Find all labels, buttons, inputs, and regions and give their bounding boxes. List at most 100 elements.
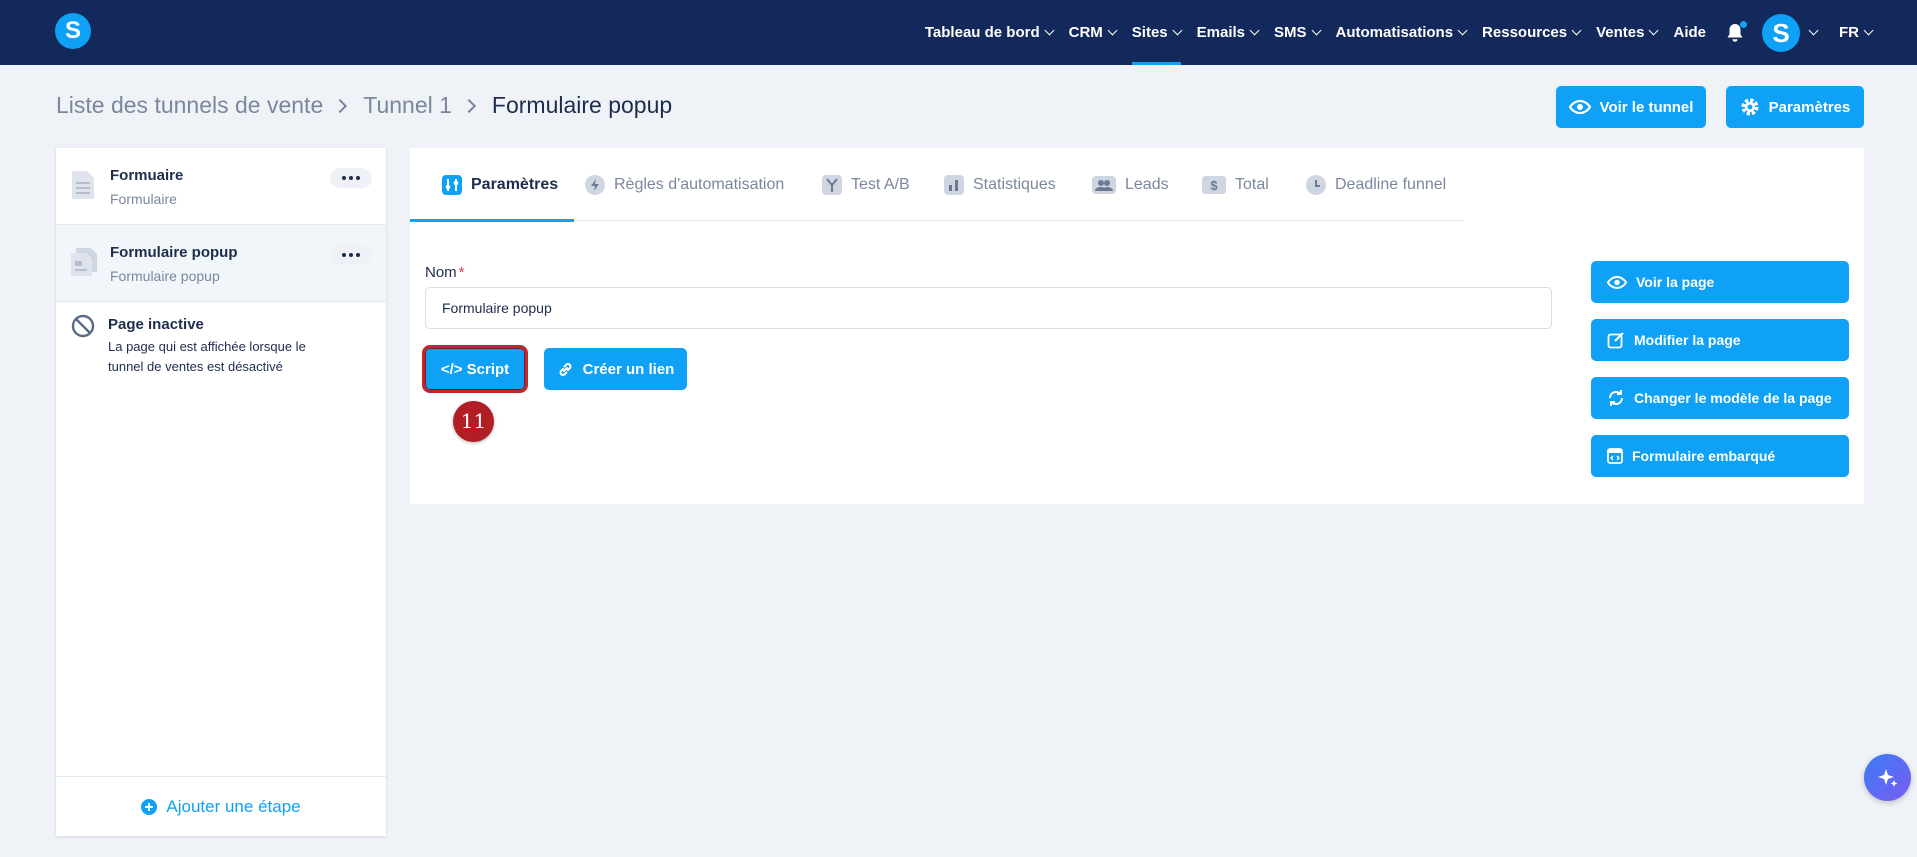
step-item[interactable]: Formuaire Formulaire	[56, 148, 386, 225]
nav-item-aide[interactable]: Aide	[1673, 0, 1706, 65]
nav-item-tableau-de-bord[interactable]: Tableau de bord	[924, 0, 1055, 65]
edit-icon	[1607, 332, 1624, 349]
bolt-icon	[585, 174, 605, 195]
nav-item-emails[interactable]: Emails	[1196, 0, 1260, 65]
nav-item-sms[interactable]: SMS	[1274, 0, 1321, 65]
name-label-text: Nom	[425, 264, 457, 281]
script-button[interactable]: </> Script	[422, 345, 528, 393]
edit-page-button[interactable]: Modifier la page	[1591, 319, 1849, 361]
nav-item-crm[interactable]: CRM	[1068, 0, 1118, 65]
edit-page-label: Modifier la page	[1634, 332, 1741, 348]
add-step-label: Ajouter une étape	[166, 796, 301, 816]
tab-parametres[interactable]: Paramètres	[409, 148, 575, 222]
eye-icon	[1568, 100, 1591, 114]
prohibited-icon	[71, 314, 95, 338]
bar-chart-icon	[944, 174, 964, 195]
nav-label: Automatisations	[1335, 24, 1454, 41]
chevron-down-icon	[1249, 25, 1260, 35]
step-number-badge: 11	[453, 401, 494, 442]
language-label: FR	[1839, 24, 1859, 41]
breadcrumb-funnel-list[interactable]: Liste des tunnels de vente	[56, 92, 323, 119]
create-link-label: Créer un lien	[582, 360, 675, 378]
add-step-button[interactable]: Ajouter une étape	[56, 776, 386, 836]
page-title: Formulaire popup	[491, 92, 673, 118]
step-title: Formulaire popup	[110, 244, 238, 261]
inactive-page-description-line1: La page qui est affichée lorsque le	[108, 339, 306, 354]
chevron-down-icon	[1172, 25, 1183, 35]
nav-label: SMS	[1274, 24, 1307, 41]
tab-label: Paramètres	[471, 175, 559, 193]
dollar-icon: $	[1202, 175, 1226, 194]
chevron-down-icon	[1107, 25, 1118, 35]
tab-leads[interactable]: Leads	[1092, 148, 1169, 221]
embedded-form-button[interactable]: Formulaire embarqué	[1591, 435, 1849, 477]
more-options-button[interactable]	[330, 168, 372, 188]
svg-text:$: $	[1210, 178, 1218, 193]
required-mark: *	[458, 264, 465, 281]
sparkle-icon	[1877, 768, 1897, 787]
sliders-icon	[442, 174, 462, 195]
tab-test-ab[interactable]: Test A/B	[822, 148, 910, 221]
name-field-label: Nom *	[425, 264, 465, 281]
split-icon	[822, 174, 842, 195]
popup-document-icon	[71, 248, 97, 276]
bell-icon[interactable]	[1726, 20, 1747, 43]
gear-icon	[1741, 98, 1759, 116]
settings-label: Paramètres	[1768, 98, 1851, 116]
nav-label: Ventes	[1596, 24, 1645, 41]
refresh-icon	[1608, 390, 1624, 406]
tab-label: Leads	[1125, 175, 1169, 193]
nav-label: Tableau de bord	[924, 24, 1040, 41]
notification-dot	[1740, 20, 1747, 28]
chevron-down-icon	[1457, 25, 1468, 35]
settings-button[interactable]: Paramètres	[1726, 86, 1864, 128]
nav-label: Emails	[1196, 24, 1246, 41]
nav-item-automatisations[interactable]: Automatisations	[1335, 0, 1468, 65]
nav-item-sites[interactable]: Sites	[1131, 0, 1183, 65]
eye-icon	[1607, 275, 1627, 289]
step-subtitle: Formulaire	[110, 191, 177, 207]
tab-bar: Paramètres Règles d'automatisation Test …	[409, 148, 1464, 222]
main-nav: Tableau de bord CRM Sites Emails SMS Aut…	[909, 0, 1874, 65]
chevron-down-icon	[1863, 25, 1874, 35]
tab-regles-automatisation[interactable]: Règles d'automatisation	[585, 148, 784, 221]
tab-label: Test A/B	[851, 175, 910, 193]
embed-form-icon	[1607, 448, 1623, 464]
top-navbar: S Tableau de bord CRM Sites Emails SMS A…	[0, 0, 1917, 65]
change-template-button[interactable]: Changer le modèle de la page	[1591, 377, 1849, 419]
name-input[interactable]	[425, 287, 1552, 329]
more-options-button[interactable]	[330, 245, 372, 265]
tab-total[interactable]: $ Total	[1202, 148, 1269, 221]
view-page-label: Voir la page	[1636, 274, 1715, 290]
tab-label: Deadline funnel	[1335, 175, 1447, 193]
chevron-right-icon	[333, 98, 348, 113]
breadcrumb-tunnel[interactable]: Tunnel 1	[363, 92, 452, 119]
avatar[interactable]: S	[1762, 13, 1800, 52]
chevron-down-icon	[1311, 25, 1321, 35]
tab-label: Règles d'automatisation	[614, 175, 785, 193]
view-funnel-label: Voir le tunnel	[1599, 98, 1694, 116]
tab-label: Total	[1235, 175, 1269, 193]
step-title: Formuaire	[110, 167, 184, 184]
tab-deadline-funnel[interactable]: Deadline funnel	[1306, 148, 1446, 221]
tab-statistiques[interactable]: Statistiques	[944, 148, 1056, 221]
nav-item-ressources[interactable]: Ressources	[1482, 0, 1582, 65]
language-selector[interactable]: FR	[1839, 0, 1874, 65]
chevron-down-icon	[1571, 25, 1582, 35]
chevron-down-icon	[1649, 25, 1659, 35]
nav-label: CRM	[1068, 24, 1103, 41]
chevron-down-icon	[1044, 25, 1055, 35]
app-logo[interactable]: S	[55, 13, 91, 49]
ai-assistant-button[interactable]	[1864, 754, 1911, 801]
nav-label: Sites	[1131, 24, 1168, 41]
breadcrumb: Liste des tunnels de vente Tunnel 1 Form…	[56, 92, 672, 119]
create-link-button[interactable]: Créer un lien	[544, 348, 687, 390]
view-funnel-button[interactable]: Voir le tunnel	[1556, 86, 1706, 128]
chevron-down-icon[interactable]	[1808, 25, 1819, 35]
users-icon	[1092, 175, 1116, 194]
view-page-button[interactable]: Voir la page	[1591, 261, 1849, 303]
nav-item-ventes[interactable]: Ventes	[1596, 0, 1659, 65]
inactive-page-description-line2: tunnel de ventes est désactivé	[108, 359, 283, 374]
inactive-page-item[interactable]: Page inactive La page qui est affichée l…	[56, 302, 386, 392]
step-item-active[interactable]: Formulaire popup Formulaire popup	[56, 225, 386, 302]
